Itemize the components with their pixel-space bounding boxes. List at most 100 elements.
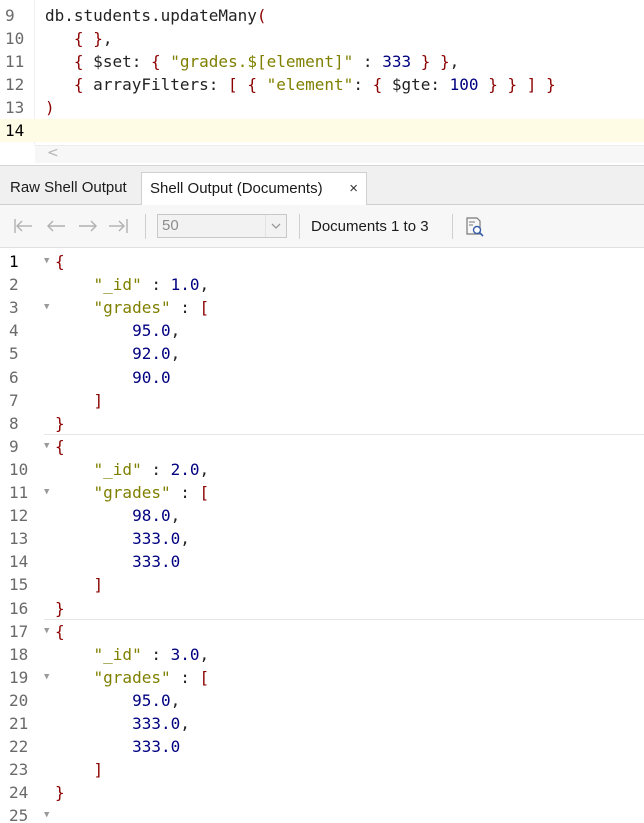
result-line: 18 "_id" : 3.0,	[0, 643, 644, 666]
fold-toggle-icon[interactable]: ▼	[44, 804, 49, 823]
line-number: 25	[9, 806, 29, 823]
result-line: 10 "_id" : 2.0,	[0, 458, 644, 481]
code-token: {	[73, 75, 84, 94]
result-line: 1 ▼ {	[0, 250, 644, 273]
line-code: 92.0,	[55, 342, 180, 365]
line-number: 14	[9, 552, 29, 572]
result-line: 8}	[0, 412, 644, 435]
page-size-value: 50	[162, 217, 179, 234]
scroll-left-icon[interactable]: <	[47, 145, 59, 161]
result-line: 16}	[0, 597, 644, 620]
code-token: 333.0	[132, 714, 181, 733]
code-token: ,	[170, 344, 181, 364]
code-token: "_id"	[93, 459, 142, 479]
line-number: 21	[9, 714, 29, 733]
query-editor[interactable]: 9 db.students.updateMany(10 { }, 11 { $set…	[0, 0, 644, 163]
fold-toggle-icon[interactable]: ▼	[44, 481, 49, 504]
code-token: ]	[93, 390, 104, 410]
code-token: "grades.$[element]"	[170, 52, 354, 71]
tab-shell-output-documents[interactable]: Shell Output (Documents) ×	[141, 172, 367, 206]
line-code: "grades" : [	[55, 481, 210, 504]
fold-toggle-icon[interactable]: ▼	[44, 296, 49, 319]
line-code: {	[55, 620, 65, 643]
line-number: 9	[9, 436, 19, 456]
next-page-icon[interactable]	[77, 216, 97, 236]
code-token: db.students.updateMany	[45, 6, 257, 25]
first-page-icon[interactable]	[12, 216, 32, 236]
line-code: "_id" : 1.0,	[55, 273, 210, 296]
line-number: 24	[9, 783, 29, 803]
code-token: 3.0	[170, 644, 200, 664]
line-number: 14	[5, 121, 25, 140]
output-tab-bar: Raw Shell Output Shell Output (Documents…	[0, 165, 644, 206]
editor-horizontal-scrollbar[interactable]: <	[35, 145, 644, 163]
code-token: {	[150, 52, 161, 71]
editor-line[interactable]: 12 { arrayFilters: [ { "element": { $gte…	[0, 73, 644, 96]
documents-output-viewer[interactable]: 1 ▼{2 "_id" : 1.0, 3 ▼ "grades" : [4 95.0, 5…	[0, 249, 644, 823]
code-token: }	[55, 598, 65, 618]
code-token: [	[199, 298, 210, 318]
tab-label: Raw Shell Output	[10, 179, 127, 196]
find-in-document-icon[interactable]	[464, 216, 486, 238]
results-toolbar: 50 Documents 1 to 3	[0, 205, 644, 248]
editor-line[interactable]: 9 db.students.updateMany(	[0, 4, 644, 27]
line-code: 90.0	[55, 366, 171, 389]
tab-raw-shell-output[interactable]: Raw Shell Output	[0, 172, 141, 206]
last-page-icon[interactable]	[108, 216, 128, 236]
code-token: ,	[170, 321, 181, 341]
result-line: 12 98.0,	[0, 504, 644, 527]
line-number: 2	[9, 275, 19, 295]
code-token: {	[247, 75, 257, 94]
editor-current-line[interactable]: 14	[0, 119, 644, 142]
result-line: 2 "_id" : 1.0,	[0, 273, 644, 296]
toolbar-separator	[452, 214, 453, 239]
editor-line[interactable]: 13)	[0, 96, 644, 119]
code-token: 333.0	[132, 552, 181, 572]
line-number: 10	[9, 459, 29, 479]
code-token: $gte:	[382, 75, 450, 94]
code-token: ,	[180, 529, 190, 549]
code-token: :	[170, 667, 200, 687]
code-token: ]	[93, 760, 104, 780]
code-token: 100	[449, 75, 479, 94]
line-number: 3	[9, 298, 19, 318]
code-token: 333	[382, 52, 412, 71]
fold-toggle-icon[interactable]: ▼	[44, 620, 49, 643]
line-code: }	[55, 781, 65, 804]
line-number: 22	[9, 737, 29, 757]
close-tab-icon[interactable]: ×	[349, 173, 358, 205]
page-size-select[interactable]: 50	[157, 214, 287, 238]
previous-page-icon[interactable]	[45, 216, 65, 236]
fold-toggle-icon[interactable]: ▼	[44, 666, 49, 689]
code-token: :	[353, 75, 373, 94]
page-size-dropdown-button[interactable]	[265, 215, 286, 237]
line-code: }	[55, 597, 65, 620]
code-token: }	[93, 29, 103, 48]
editor-line[interactable]: 11 { $set: { "grades.$[element]" : 333 }…	[0, 50, 644, 73]
toolbar-separator	[299, 214, 300, 239]
code-token: "_id"	[93, 275, 142, 295]
code-token: 98.0	[132, 506, 171, 526]
code-token: :	[141, 459, 171, 479]
editor-line[interactable]: 10 { },	[0, 27, 644, 50]
result-line: 3 ▼ "grades" : [	[0, 296, 644, 319]
fold-toggle-icon[interactable]: ▼	[44, 250, 49, 273]
fold-toggle-icon[interactable]: ▼	[44, 435, 49, 458]
code-token: ,	[170, 506, 181, 526]
line-number: 9	[5, 6, 15, 25]
code-token: 2.0	[170, 459, 200, 479]
